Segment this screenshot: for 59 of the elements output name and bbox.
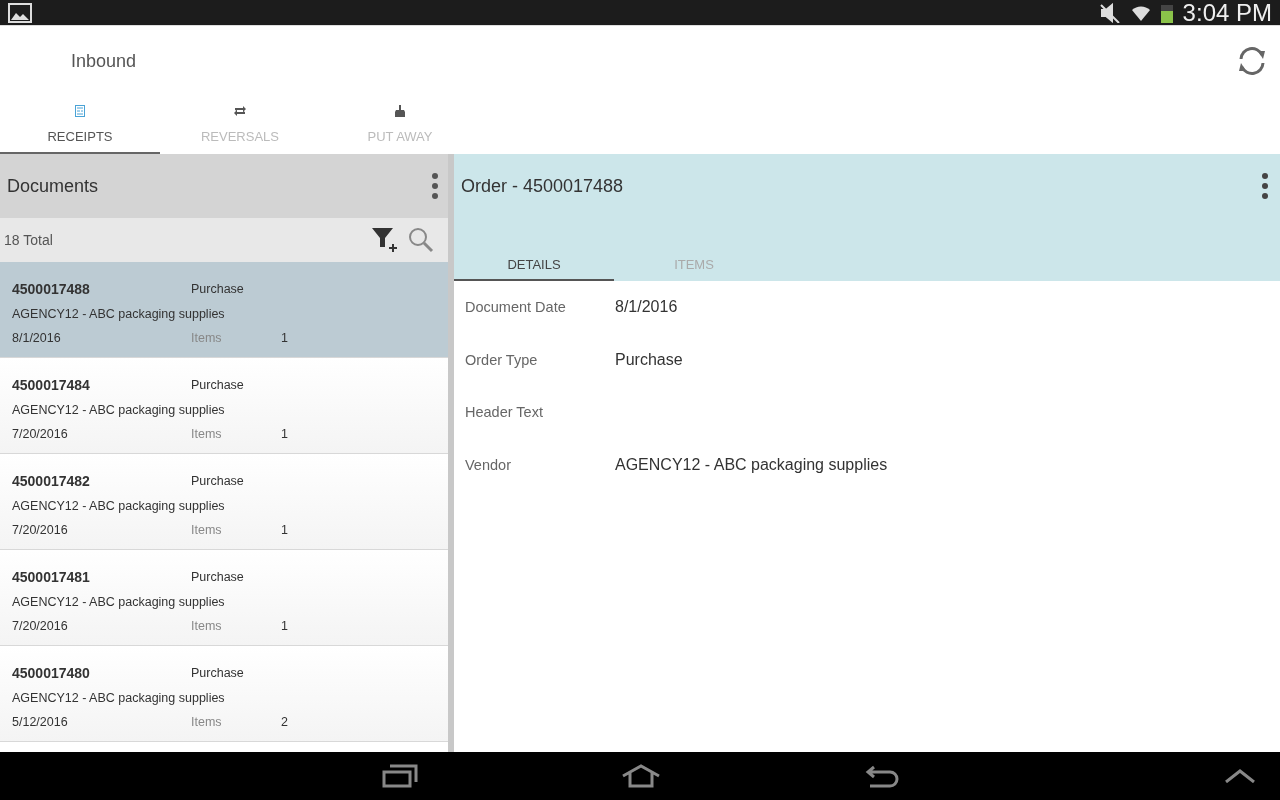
document-date: 8/1/2016 — [12, 331, 62, 345]
recent-apps-icon[interactable] — [382, 764, 418, 788]
tray-icon — [395, 105, 405, 117]
document-number: 4500017488 — [12, 280, 91, 297]
field-value: AGENCY12 - ABC packaging supplies — [615, 455, 889, 474]
document-type: Purchase — [191, 569, 245, 584]
vendor-name: AGENCY12 - ABC packaging supplies — [12, 402, 226, 417]
document-date: 7/20/2016 — [12, 523, 69, 537]
screen-title: Inbound — [71, 50, 137, 72]
document-row[interactable]: 4500017488 Purchase AGENCY12 - ABC packaging supplies 8/1/2016 Items 1 — [0, 262, 448, 358]
document-date: 5/12/2016 — [12, 715, 69, 729]
document-date: 7/20/2016 — [12, 619, 69, 633]
image-icon — [8, 2, 32, 23]
vendor-name: AGENCY12 - ABC packaging supplies — [12, 594, 226, 609]
caret-up-icon[interactable] — [1225, 769, 1255, 783]
document-type: Purchase — [191, 665, 245, 680]
filter-add-icon[interactable] — [372, 227, 398, 253]
document-type: Purchase — [191, 473, 245, 488]
items-label: Items — [191, 523, 223, 537]
field-value: Purchase — [615, 350, 684, 369]
receipt-icon — [75, 105, 85, 117]
panel-title: Documents — [7, 175, 99, 197]
items-label: Items — [191, 715, 223, 729]
items-count: 1 — [281, 619, 289, 633]
more-options-icon[interactable] — [1262, 173, 1268, 199]
items-count: 1 — [281, 331, 289, 345]
document-number: 4500017484 — [12, 376, 91, 393]
document-type: Purchase — [191, 281, 245, 296]
field-label: Document Date — [465, 299, 567, 316]
field-label: Vendor — [465, 456, 512, 473]
mute-icon — [1098, 2, 1121, 23]
document-number: 4500017481 — [12, 568, 91, 585]
tab[interactable]: DETAILS — [454, 257, 614, 281]
clock-time: 3:04 PM — [1182, 0, 1272, 27]
document-number: 4500017482 — [12, 472, 91, 489]
search-icon[interactable] — [408, 227, 434, 253]
total-count: 18 Total — [4, 232, 53, 248]
document-number: 4500017480 — [12, 664, 91, 681]
field-label: Header Text — [465, 404, 544, 421]
battery-icon — [1160, 2, 1173, 23]
vendor-name: AGENCY12 - ABC packaging supplies — [12, 306, 226, 321]
home-icon[interactable] — [621, 764, 661, 788]
items-label: Items — [191, 331, 223, 345]
document-date: 7/20/2016 — [12, 427, 69, 441]
document-type: Purchase — [191, 377, 245, 392]
refresh-icon[interactable] — [1236, 45, 1268, 77]
items-count: 1 — [281, 523, 289, 537]
items-label: Items — [191, 619, 223, 633]
items-label: Items — [191, 427, 223, 441]
more-options-icon[interactable] — [432, 173, 438, 199]
swap-arrows-icon — [233, 105, 247, 117]
vendor-name: AGENCY12 - ABC packaging supplies — [12, 498, 226, 513]
field-label: Order Type — [465, 351, 539, 368]
field-value: 8/1/2016 — [615, 298, 679, 317]
order-title: Order - 4500017488 — [461, 175, 624, 197]
back-icon[interactable] — [864, 764, 900, 788]
vendor-name: AGENCY12 - ABC packaging supplies — [12, 690, 226, 705]
items-count: 1 — [281, 427, 289, 441]
items-count: 2 — [281, 715, 289, 729]
